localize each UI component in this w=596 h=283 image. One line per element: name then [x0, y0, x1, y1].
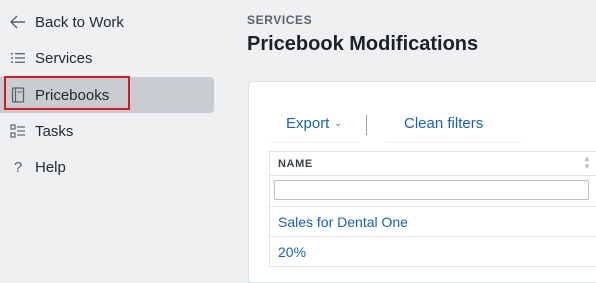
sidebar-item-help[interactable]: ? Help: [0, 149, 214, 185]
sidebar-item-tasks[interactable]: Tasks: [0, 113, 214, 149]
row-link[interactable]: 20%: [278, 244, 306, 260]
question-icon: ?: [13, 158, 23, 176]
filter-row: [269, 176, 596, 207]
main-content: SERVICES Pricebook Modifications Export …: [216, 0, 596, 283]
sidebar-item-pricebooks[interactable]: Pricebooks: [0, 77, 214, 113]
clean-filters-label: Clean filters: [404, 115, 484, 132]
list-icon: [9, 49, 27, 67]
page-title: Pricebook Modifications: [247, 33, 479, 55]
sidebar-item-label: Help: [35, 158, 66, 176]
export-button[interactable]: Export ⌄: [270, 105, 360, 143]
export-label: Export: [286, 115, 330, 132]
sidebar-item-label: Back to Work: [35, 13, 124, 31]
sidebar-item-label: Tasks: [35, 122, 74, 140]
sidebar: Back to Work Services Pricebooks Tasks ?…: [0, 0, 216, 264]
table-row: 20%: [269, 237, 596, 267]
name-filter-input[interactable]: [274, 180, 589, 200]
sidebar-item-back-to-work[interactable]: Back to Work: [0, 4, 214, 40]
toolbar-divider: [366, 115, 367, 135]
sidebar-item-services[interactable]: Services: [0, 40, 214, 76]
pricebook-table: NAME ▲ ▼ Sales for Dental One 20%: [269, 151, 596, 267]
clean-filters-button[interactable]: Clean filters: [385, 105, 521, 143]
table-row: Sales for Dental One: [269, 207, 596, 237]
sidebar-item-label: Pricebooks: [35, 86, 110, 104]
column-header-name[interactable]: NAME ▲ ▼: [269, 151, 596, 176]
tasks-icon: [9, 122, 27, 140]
column-header-label: NAME: [278, 157, 313, 170]
sidebar-item-label: Services: [35, 49, 93, 67]
row-link[interactable]: Sales for Dental One: [278, 214, 408, 230]
arrow-left-icon: [9, 13, 27, 31]
breadcrumb: SERVICES: [247, 13, 313, 27]
content-card: Export ⌄ Clean filters NAME ▲ ▼ Sales for…: [248, 81, 596, 283]
chevron-down-icon: ⌄: [334, 118, 342, 128]
sort-icon[interactable]: ▲ ▼: [583, 155, 592, 171]
pricebook-icon: [9, 86, 27, 104]
